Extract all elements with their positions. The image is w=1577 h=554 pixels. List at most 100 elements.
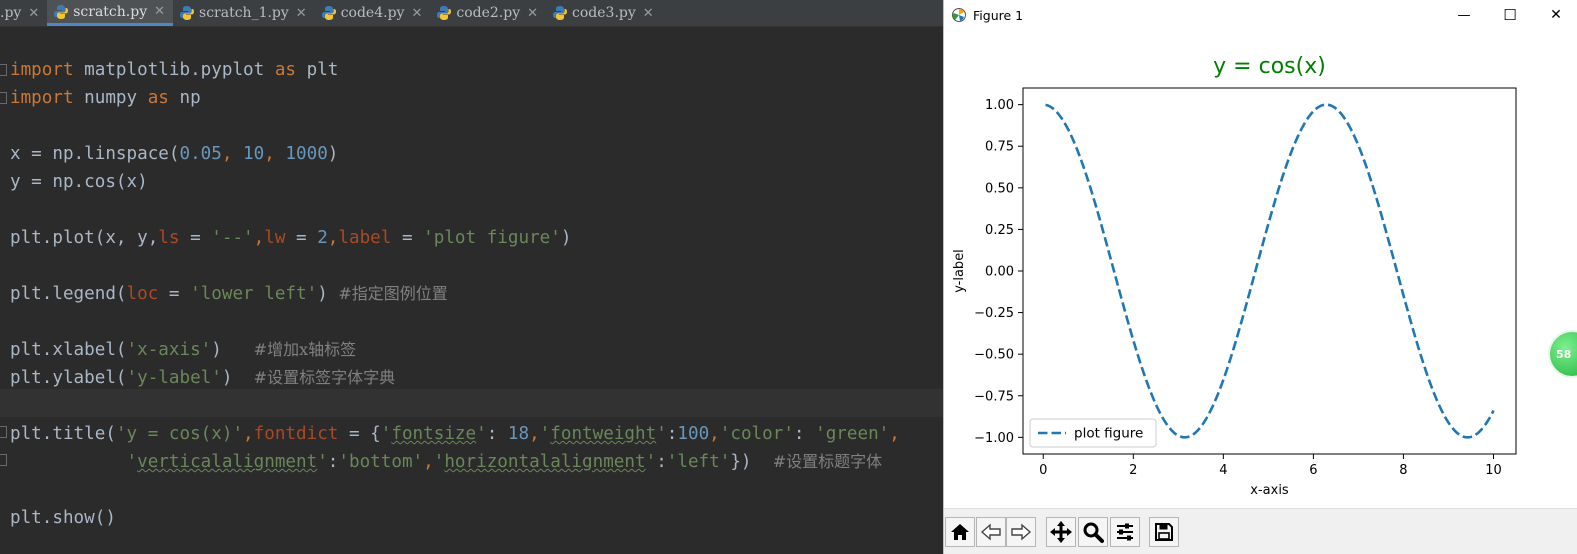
python-file-icon xyxy=(54,4,69,19)
y-tick-label: 0.00 xyxy=(985,265,1014,280)
tab-close-icon[interactable]: ✕ xyxy=(154,4,165,19)
code-text: : xyxy=(486,424,508,444)
punct: , xyxy=(327,228,339,248)
fold-marker[interactable] xyxy=(0,92,7,104)
comment: #设置标题字体 xyxy=(772,452,883,471)
maximize-button[interactable]: ☐ xyxy=(1487,0,1533,30)
string-literal: ' xyxy=(656,424,667,444)
punct: , xyxy=(529,424,540,444)
plot-canvas[interactable]: y = cos(x) 0 2 4 6 8 10 1.00 0.75 0.50 0.25 0.00 −0.… xyxy=(944,30,1577,508)
code-text: ) xyxy=(317,284,339,304)
y-tick-label: −0.50 xyxy=(974,348,1014,363)
string-literal: 'plot figure' xyxy=(423,228,561,248)
editor-tab[interactable]: .py ✕ xyxy=(0,0,47,26)
tab-close-icon[interactable]: ✕ xyxy=(411,6,422,21)
forward-button[interactable] xyxy=(1006,517,1036,547)
code-text: = { xyxy=(338,424,381,444)
save-figure-button[interactable] xyxy=(1149,517,1179,547)
string-literal: fontweight xyxy=(550,424,657,444)
window-title-bar[interactable]: Figure 1 — ☐ ✕ xyxy=(944,0,1577,30)
y-tick-label: 0.50 xyxy=(985,181,1014,196)
y-axis-label: y-label xyxy=(952,249,967,293)
configure-subplots-button[interactable] xyxy=(1110,517,1140,547)
x-tick-label: 10 xyxy=(1485,463,1502,478)
param-name: ls xyxy=(158,228,180,248)
legend-label: plot figure xyxy=(1074,426,1143,442)
punct: , xyxy=(709,424,720,444)
code-text: ) xyxy=(221,368,254,388)
arrow-right-icon xyxy=(1011,523,1032,541)
x-tick-label: 2 xyxy=(1129,463,1137,478)
code-line-6: plt.legend(loc = 'lower left') #指定图例位置 xyxy=(10,280,448,308)
comment: #设置标签字体字典 xyxy=(253,368,396,387)
floppy-disk-icon xyxy=(1155,523,1173,541)
code-text: x = np.linspace( xyxy=(10,144,180,164)
code-text: matplotlib.pyplot xyxy=(73,60,275,80)
tab-close-icon[interactable]: ✕ xyxy=(643,6,654,21)
home-button[interactable] xyxy=(945,517,975,547)
figure-window: Figure 1 — ☐ ✕ y = cos(x) 0 2 4 6 8 10 1.00 0.75… xyxy=(943,0,1577,554)
code-editor[interactable]: .py ✕ scratch.py ✕ scratch_1.py ✕ code4.py ✕ cod… xyxy=(0,0,943,554)
fold-marker[interactable] xyxy=(0,426,7,438)
string-literal: ' xyxy=(539,424,551,444)
editor-tab[interactable]: scratch.py ✕ xyxy=(47,0,174,26)
y-tick-label: 0.25 xyxy=(985,223,1014,238)
fold-marker[interactable] xyxy=(0,64,7,76)
back-button[interactable] xyxy=(976,517,1006,547)
editor-tab-label: code3.py xyxy=(572,5,636,21)
string-literal: 'lower left' xyxy=(190,284,318,304)
editor-tab[interactable]: scratch_1.py ✕ xyxy=(173,0,315,26)
string-literal: verticalalignment xyxy=(137,452,318,472)
pan-button[interactable] xyxy=(1046,517,1076,547)
code-text: : xyxy=(327,452,339,472)
editor-tab[interactable]: code2.py ✕ xyxy=(430,0,546,26)
code-line-1: import matplotlib.pyplot as plt xyxy=(10,56,338,84)
editor-tab[interactable]: code3.py ✕ xyxy=(546,0,662,26)
number-literal: 10 xyxy=(243,144,265,164)
current-line-highlight xyxy=(0,389,943,417)
keyword: import xyxy=(10,88,74,108)
python-file-icon xyxy=(321,6,336,20)
string-literal: ' xyxy=(476,424,487,444)
tab-close-icon[interactable]: ✕ xyxy=(527,6,538,21)
tab-close-icon[interactable]: ✕ xyxy=(296,6,307,21)
code-text: : xyxy=(666,424,678,444)
string-literal: horizontalalignment xyxy=(444,452,646,472)
param-name: label xyxy=(338,228,392,248)
string-literal: ' xyxy=(433,452,445,472)
minimize-button[interactable]: — xyxy=(1441,0,1487,30)
param-name: lw xyxy=(264,228,286,248)
navigation-toolbar xyxy=(944,508,1577,554)
code-area[interactable]: import matplotlib.pyplot as plt import n… xyxy=(0,28,943,554)
chart-title: y = cos(x) xyxy=(1213,54,1326,79)
editor-tab-label: code4.py xyxy=(340,5,405,21)
axes-frame xyxy=(1022,87,1517,455)
move-icon xyxy=(1050,521,1072,543)
string-literal: ' xyxy=(126,452,138,472)
code-line-3: x = np.linspace(0.05, 10, 1000) xyxy=(10,140,338,168)
y-tick-label: 1.00 xyxy=(985,98,1014,113)
comment: #增加x轴标签 xyxy=(253,340,357,359)
string-literal: ' xyxy=(645,452,657,472)
editor-tab-label: code2.py xyxy=(456,5,521,21)
string-literal: 'green' xyxy=(815,424,890,444)
fold-marker[interactable] xyxy=(0,454,7,466)
code-text: np xyxy=(168,88,201,108)
code-text: = xyxy=(391,228,424,248)
code-text: }) xyxy=(730,452,773,472)
editor-tab[interactable]: code4.py ✕ xyxy=(315,0,431,26)
editor-tab-label: scratch.py xyxy=(73,3,148,20)
arrow-left-icon xyxy=(980,523,1001,541)
zoom-button[interactable] xyxy=(1078,517,1108,547)
matplotlib-logo-icon xyxy=(952,8,966,22)
punct: , xyxy=(253,228,265,248)
y-tick-label: 0.75 xyxy=(985,140,1014,155)
code-text: plt xyxy=(296,60,339,80)
tab-close-icon[interactable]: ✕ xyxy=(28,6,39,21)
code-line-5: plt.plot(x, y,ls = '--',lw = 2,label = '… xyxy=(10,224,571,252)
keyword: as xyxy=(147,88,169,108)
close-button[interactable]: ✕ xyxy=(1533,0,1577,30)
code-text: ) xyxy=(211,340,254,360)
param-name: loc xyxy=(126,284,159,304)
